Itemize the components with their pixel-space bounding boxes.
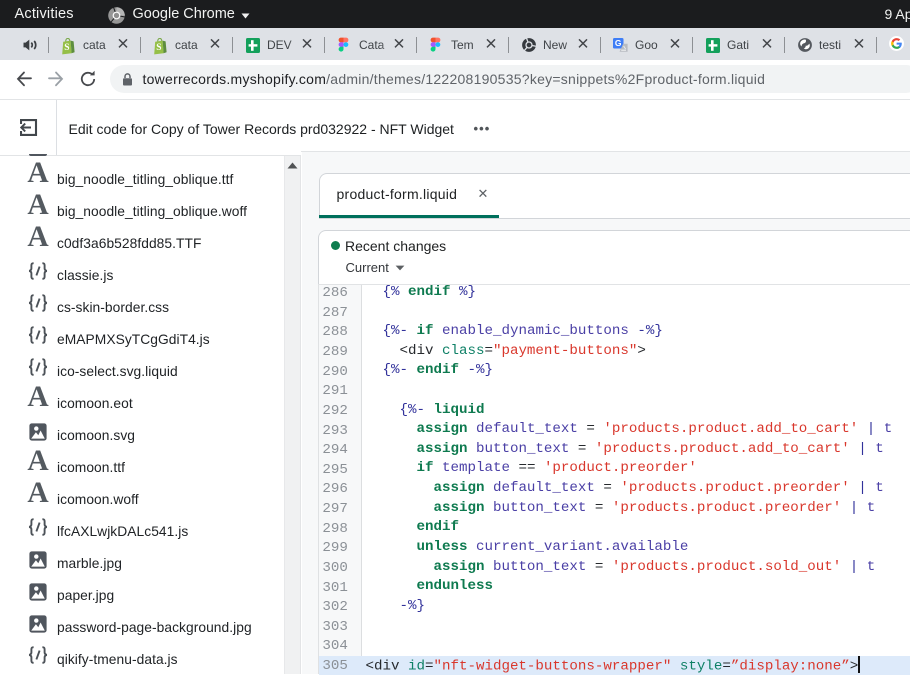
- svg-text:G: G: [615, 38, 622, 48]
- svg-text:S: S: [156, 42, 161, 52]
- svg-text:S: S: [64, 42, 69, 52]
